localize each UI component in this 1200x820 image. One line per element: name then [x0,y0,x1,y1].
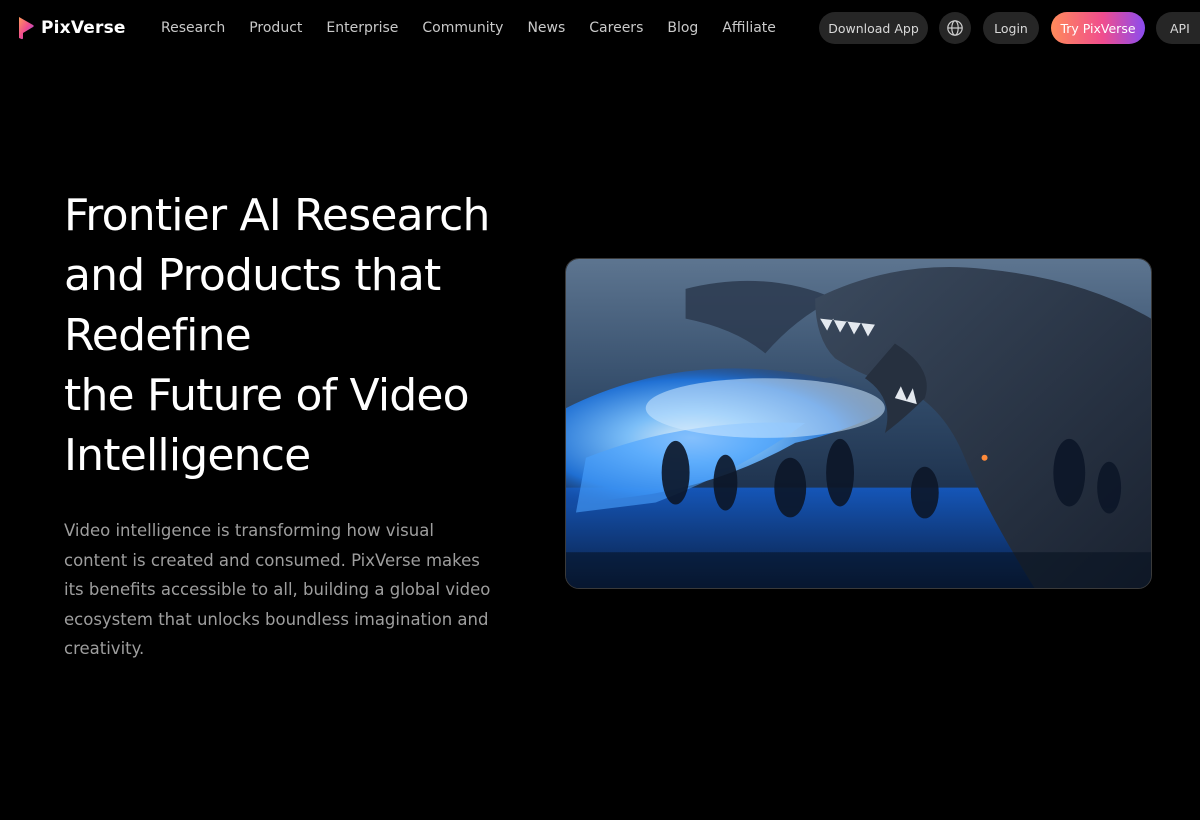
hero-description: Video intelligence is transforming how v… [64,521,491,658]
dragon-video-image [566,259,1151,588]
globe-icon [947,20,963,36]
try-pixverse-button[interactable]: Try PixVerse [1051,12,1145,44]
hero-title-line: Intelligence [64,430,311,481]
logo-text: PixVerse [41,18,126,38]
logo[interactable]: PixVerse [17,16,126,40]
nav-item-affiliate[interactable]: Affiliate [722,18,776,38]
nav-item-enterprise[interactable]: Enterprise [326,18,398,38]
hero-title-line: and Products that [64,250,441,301]
main-nav: Research Product Enterprise Community Ne… [161,18,776,38]
nav-item-community[interactable]: Community [422,18,503,38]
download-app-button[interactable]: Download App [819,12,928,44]
hero-title-line: the Future of Video [64,370,470,421]
hero-title: Frontier AI Research and Products that R… [64,186,534,486]
nav-item-product[interactable]: Product [249,18,302,38]
page: PixVerse Research Product Enterprise Com… [0,0,1200,820]
hero-video[interactable] [565,258,1152,589]
nav-item-careers[interactable]: Careers [589,18,643,38]
nav-item-blog[interactable]: Blog [667,18,698,38]
api-button[interactable]: API [1156,12,1200,44]
language-button[interactable] [939,12,971,44]
pixverse-logo-icon [19,17,34,40]
hero-title-line: Frontier AI Research [64,190,490,241]
hero-title-line: Redefine [64,310,252,361]
nav-item-research[interactable]: Research [161,18,225,38]
login-button[interactable]: Login [983,12,1039,44]
nav-item-news[interactable]: News [527,18,565,38]
top-nav-bar: PixVerse Research Product Enterprise Com… [0,0,1200,56]
